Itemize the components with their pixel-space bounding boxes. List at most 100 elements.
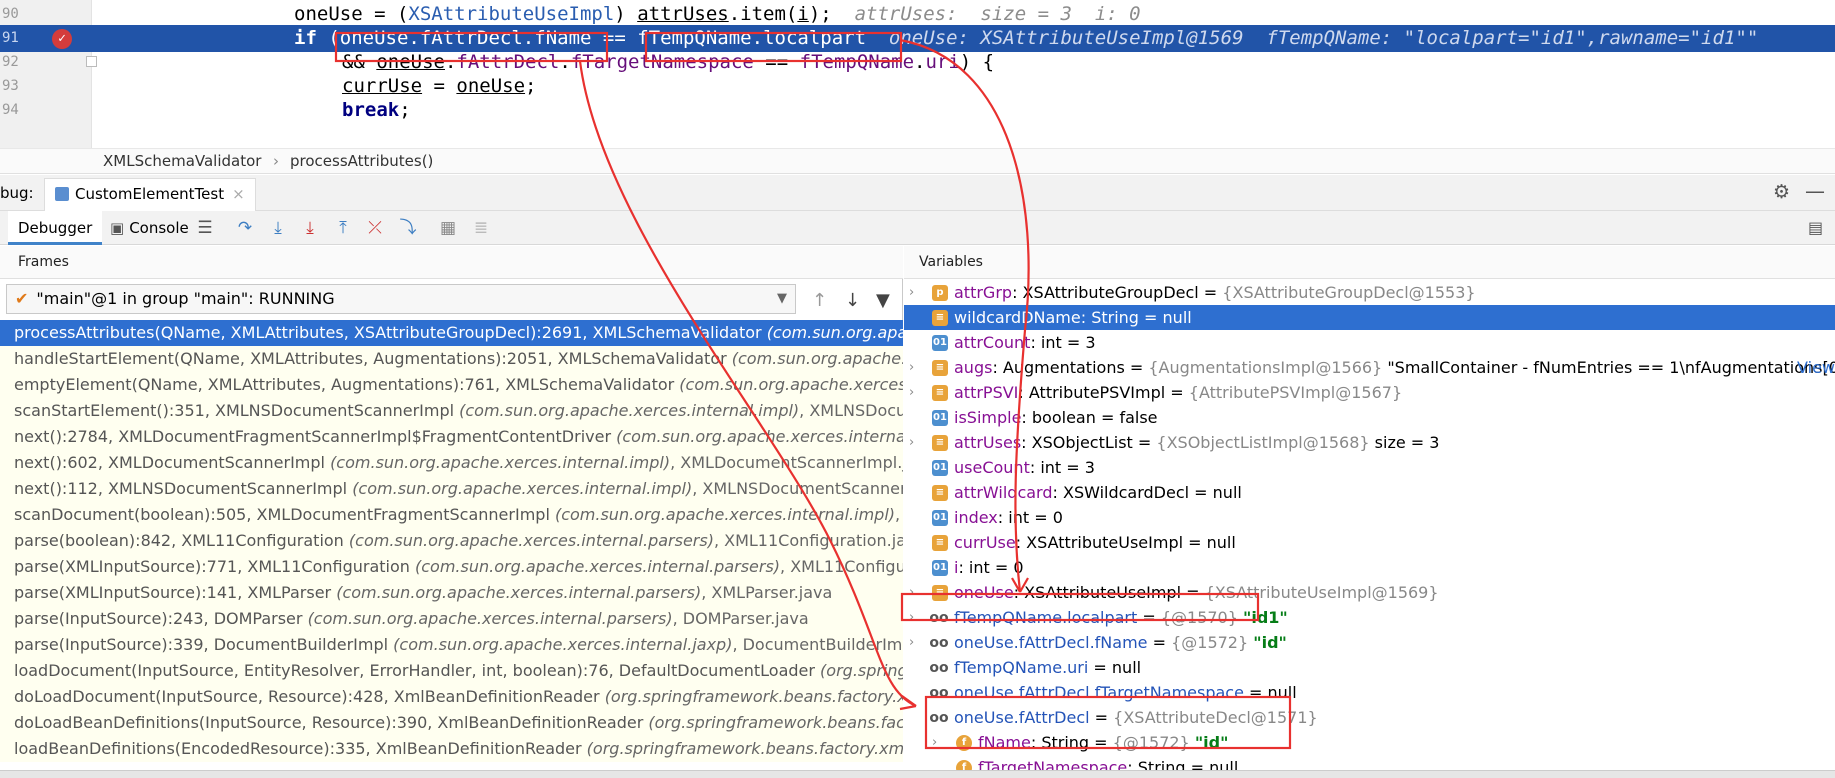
breadcrumb-method[interactable]: processAttributes(): [290, 149, 433, 173]
code-editor[interactable]: 90 oneUse = (XSAttributeUseImpl) attrUses…: [0, 0, 1835, 148]
line-number[interactable]: 94: [2, 97, 32, 124]
variable-row[interactable]: ≡ wildcardDName: String = null: [904, 305, 1835, 330]
variable-row[interactable]: 01 attrCount: int = 3: [904, 330, 1835, 355]
tab-run-config[interactable]: CustomElementTest ×: [44, 178, 256, 211]
line-number[interactable]: 91: [2, 25, 32, 52]
evaluate-expression-icon[interactable]: ▦: [437, 217, 459, 239]
frame-row[interactable]: next():2784, XMLDocumentFragmentScannerI…: [0, 424, 903, 450]
frame-row[interactable]: scanDocument(boolean):505, XMLDocumentFr…: [0, 502, 903, 528]
drop-frame-icon[interactable]: ⤫: [364, 217, 386, 239]
frame-row[interactable]: processAttributes(QName, XMLAttributes, …: [0, 320, 903, 346]
frame-row[interactable]: parse(InputSource):339, DocumentBuilderI…: [0, 632, 903, 658]
object-icon: ≡: [932, 535, 948, 551]
frame-row[interactable]: loadBeanDefinitions(EncodedResource):335…: [0, 736, 903, 762]
frame-row[interactable]: parse(InputSource):243, DOMParser (com.s…: [0, 606, 903, 632]
minimize-icon[interactable]: —: [1805, 179, 1825, 203]
object-icon: p: [932, 285, 948, 301]
frame-row[interactable]: handleStartElement(QName, XMLAttributes,…: [0, 346, 903, 372]
chevron-down-icon[interactable]: ▼: [777, 285, 787, 313]
step-out-icon[interactable]: ⤒: [332, 217, 354, 239]
watch-row[interactable]: › oo fTempQName.localpart = {@1570} "id1": [904, 605, 1835, 630]
variable-text: fName: String = {@1572} "id": [978, 733, 1229, 752]
frame-row[interactable]: parse(XMLInputSource):141, XMLParser (co…: [0, 580, 903, 606]
menu-icon[interactable]: ☰: [194, 217, 216, 239]
variable-row[interactable]: › ≡ attrPSVI: AttributePSVImpl = {Attribut…: [904, 380, 1835, 405]
code-text: break;: [342, 99, 411, 121]
expand-arrow-icon[interactable]: ›: [932, 730, 937, 755]
frame-row[interactable]: emptyElement(QName, XMLAttributes, Augme…: [0, 372, 903, 398]
run-to-cursor-icon[interactable]: ⤵: [397, 217, 419, 239]
watch-row[interactable]: oo oneUse.fAttrDecl = {XSAttributeDecl@15…: [904, 705, 1835, 730]
variable-row[interactable]: › ≡ augs: Augmentations = {AugmentationsIm…: [904, 355, 1835, 380]
frame-row[interactable]: parse(boolean):842, XML11Configuration (…: [0, 528, 903, 554]
frames-title: Frames: [0, 246, 903, 279]
expand-arrow-icon[interactable]: ›: [909, 605, 914, 630]
variable-row[interactable]: › p attrGrp: XSAttributeGroupDecl = {XSAtt…: [904, 280, 1835, 305]
force-step-into-icon[interactable]: ⤓: [299, 217, 321, 239]
frame-row[interactable]: next():112, XMLNSDocumentScannerImpl (co…: [0, 476, 903, 502]
code-line[interactable]: 93 currUse = oneUse;: [0, 73, 1835, 100]
arrow-up-icon[interactable]: ↑: [812, 290, 827, 311]
variable-row[interactable]: ≡ attrWildcard: XSWildcardDecl = null: [904, 480, 1835, 505]
gear-icon[interactable]: ⚙: [1773, 181, 1790, 203]
line-number[interactable]: 90: [2, 1, 32, 28]
variable-text: currUse: XSAttributeUseImpl = null: [954, 533, 1236, 552]
variable-text: attrWildcard: XSWildcardDecl = null: [954, 483, 1242, 502]
thread-label: "main"@1 in group "main": RUNNING: [36, 289, 335, 308]
variable-row[interactable]: 01 isSimple: boolean = false: [904, 405, 1835, 430]
code-line[interactable]: 94 break;: [0, 97, 1835, 124]
trace-icon[interactable]: ≣: [470, 217, 492, 239]
breadcrumb-class[interactable]: XMLSchemaValidator: [103, 149, 261, 173]
variable-row[interactable]: › f fName: String = {@1572} "id": [904, 730, 1835, 755]
variable-row[interactable]: 01 useCount: int = 3: [904, 455, 1835, 480]
tab-console[interactable]: ▣ Console: [100, 211, 199, 245]
expand-arrow-icon[interactable]: ›: [909, 380, 914, 405]
code-line-current[interactable]: 91 ✓ if (oneUse.fAttrDecl.fName == fTempQN…: [0, 25, 1835, 52]
variable-text: attrUses: XSObjectList = {XSObjectListIm…: [954, 433, 1440, 452]
expand-arrow-icon[interactable]: ›: [909, 430, 914, 455]
variable-row[interactable]: ≡ currUse: XSAttributeUseImpl = null: [904, 530, 1835, 555]
object-icon: ≡: [932, 435, 948, 451]
filter-icon[interactable]: ▼: [876, 290, 890, 311]
breakpoint-icon[interactable]: ✓: [52, 29, 72, 49]
code-line[interactable]: 92 && oneUse.fAttrDecl.fTargetNamespace =…: [0, 49, 1835, 76]
frame-row[interactable]: next():602, XMLDocumentScannerImpl (com.…: [0, 450, 903, 476]
expand-arrow-icon[interactable]: ›: [909, 580, 914, 605]
thread-selector[interactable]: ✔ "main"@1 in group "main": RUNNING ▼: [6, 284, 796, 314]
tab-debugger[interactable]: Debugger: [8, 211, 103, 245]
test-config-icon: [55, 187, 69, 201]
watch-row[interactable]: oo oneUse.fAttrDecl.fTargetNamespace = nu…: [904, 680, 1835, 705]
frame-row[interactable]: parse(XMLInputSource):771, XML11Configur…: [0, 554, 903, 580]
frame-list[interactable]: processAttributes(QName, XMLAttributes, …: [0, 320, 903, 778]
variable-row[interactable]: › ≡ attrUses: XSObjectList = {XSObjectList…: [904, 430, 1835, 455]
fold-marker-icon[interactable]: [86, 56, 97, 67]
status-bar: [0, 770, 1835, 778]
step-over-icon[interactable]: ↷: [234, 217, 256, 239]
variable-row[interactable]: 01 i: int = 0: [904, 555, 1835, 580]
code-line[interactable]: 90 oneUse = (XSAttributeUseImpl) attrUses…: [0, 1, 1835, 28]
watch-row[interactable]: › oo oneUse.fAttrDecl.fName = {@1572} "id": [904, 630, 1835, 655]
frame-row[interactable]: doLoadBeanDefinitions(InputSource, Resou…: [0, 710, 903, 736]
variable-row[interactable]: › ≡ oneUse: XSAttributeUseImpl = {XSAttrib…: [904, 580, 1835, 605]
frame-row[interactable]: scanStartElement():351, XMLNSDocumentSca…: [0, 398, 903, 424]
variable-list[interactable]: › p attrGrp: XSAttributeGroupDecl = {XSAtt…: [904, 280, 1835, 778]
frame-row[interactable]: loadDocument(InputSource, EntityResolver…: [0, 658, 903, 684]
primitive-icon: 01: [932, 460, 948, 476]
expand-arrow-icon[interactable]: ›: [909, 280, 914, 305]
step-into-icon[interactable]: ⤓: [267, 217, 289, 239]
expand-arrow-icon[interactable]: ›: [909, 630, 914, 655]
expand-arrow-icon[interactable]: ›: [909, 355, 914, 380]
line-number[interactable]: 92: [2, 49, 32, 76]
variable-text: i: int = 0: [954, 558, 1024, 577]
frame-row[interactable]: doLoadDocument(InputSource, Resource):42…: [0, 684, 903, 710]
variable-text: wildcardDName: String = null: [954, 308, 1192, 327]
close-icon[interactable]: ×: [232, 185, 245, 203]
layout-icon[interactable]: ▤: [1808, 218, 1826, 237]
variable-row[interactable]: 01 index: int = 0: [904, 505, 1835, 530]
arrow-down-icon[interactable]: ↓: [845, 290, 860, 311]
primitive-icon: 01: [932, 410, 948, 426]
watch-row[interactable]: oo fTempQName.uri = null: [904, 655, 1835, 680]
watch-icon: oo: [929, 635, 949, 651]
view-link[interactable]: View: [1797, 355, 1835, 380]
line-number[interactable]: 93: [2, 73, 32, 100]
